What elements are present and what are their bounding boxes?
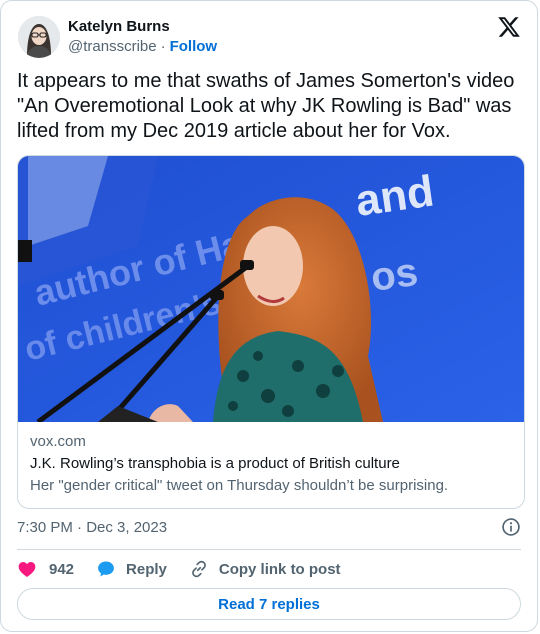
timestamp[interactable]: 7:30 PM · Dec 3, 2023 [17,519,167,536]
card-photo: and author of Har of children's os [18,156,524,422]
card-description: Her "gender critical" tweet on Thursday … [30,477,449,494]
divider [17,549,521,550]
avatar[interactable] [18,16,60,58]
read-replies-button[interactable]: Read 7 replies [17,588,521,620]
tweet-text: It appears to me that swaths of James So… [17,70,520,142]
like-count: 942 [49,560,75,578]
copy-link-button[interactable]: Copy link to post [189,559,341,579]
tweet-embed: Katelyn Burns @transscribe · Follow It a… [0,0,538,632]
info-icon[interactable] [501,517,521,537]
banner-text-os: os [368,250,420,300]
tweet-header: Katelyn Burns @transscribe · Follow [18,13,521,61]
speech-bubble-icon [98,561,114,577]
card-domain: vox.com [30,433,86,450]
author-name[interactable]: Katelyn Burns [68,17,217,37]
link-card[interactable]: and author of Har of children's os vox.c… [17,155,525,509]
author-handle[interactable]: @transscribe [68,37,157,57]
reply-label: Reply [126,560,167,578]
avatar-image [18,16,60,58]
copy-link-label: Copy link to post [218,560,341,578]
action-bar: 942 Reply Copy link to post [17,557,521,581]
user-info: Katelyn Burns @transscribe · Follow [68,17,217,57]
link-icon [191,560,206,578]
card-title: J.K. Rowling’s transphobia is a product … [30,455,400,472]
reply-button[interactable]: Reply [96,559,167,579]
handle-row: @transscribe · Follow [68,37,217,57]
x-logo-icon[interactable] [497,15,521,39]
like-button[interactable]: 942 [17,559,74,579]
card-body: vox.com J.K. Rowling’s transphobia is a … [30,432,512,496]
follow-link[interactable]: Follow [170,37,218,57]
separator-dot: · [160,38,166,55]
card-image: and author of Har of children's os [18,156,524,422]
tweet-meta: 7:30 PM · Dec 3, 2023 [17,516,521,538]
heart-icon [18,562,36,577]
